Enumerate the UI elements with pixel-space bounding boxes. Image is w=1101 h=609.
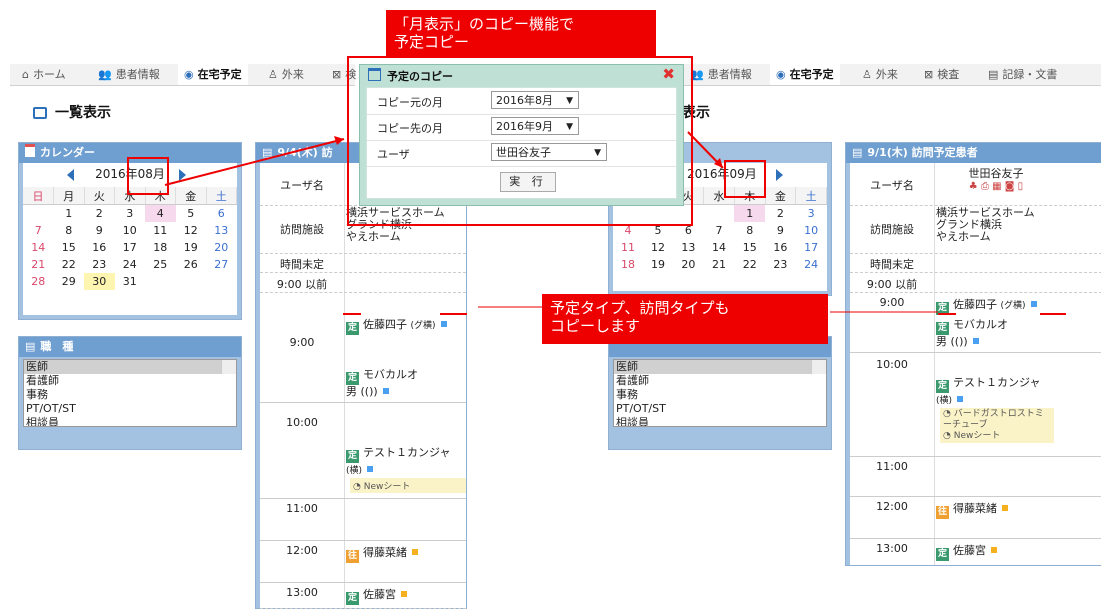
arrow-left-line	[164, 138, 345, 186]
arrow-left-head	[334, 136, 344, 145]
callout-middle: 予定タイプ、訪問タイプも コピーします	[542, 294, 828, 344]
